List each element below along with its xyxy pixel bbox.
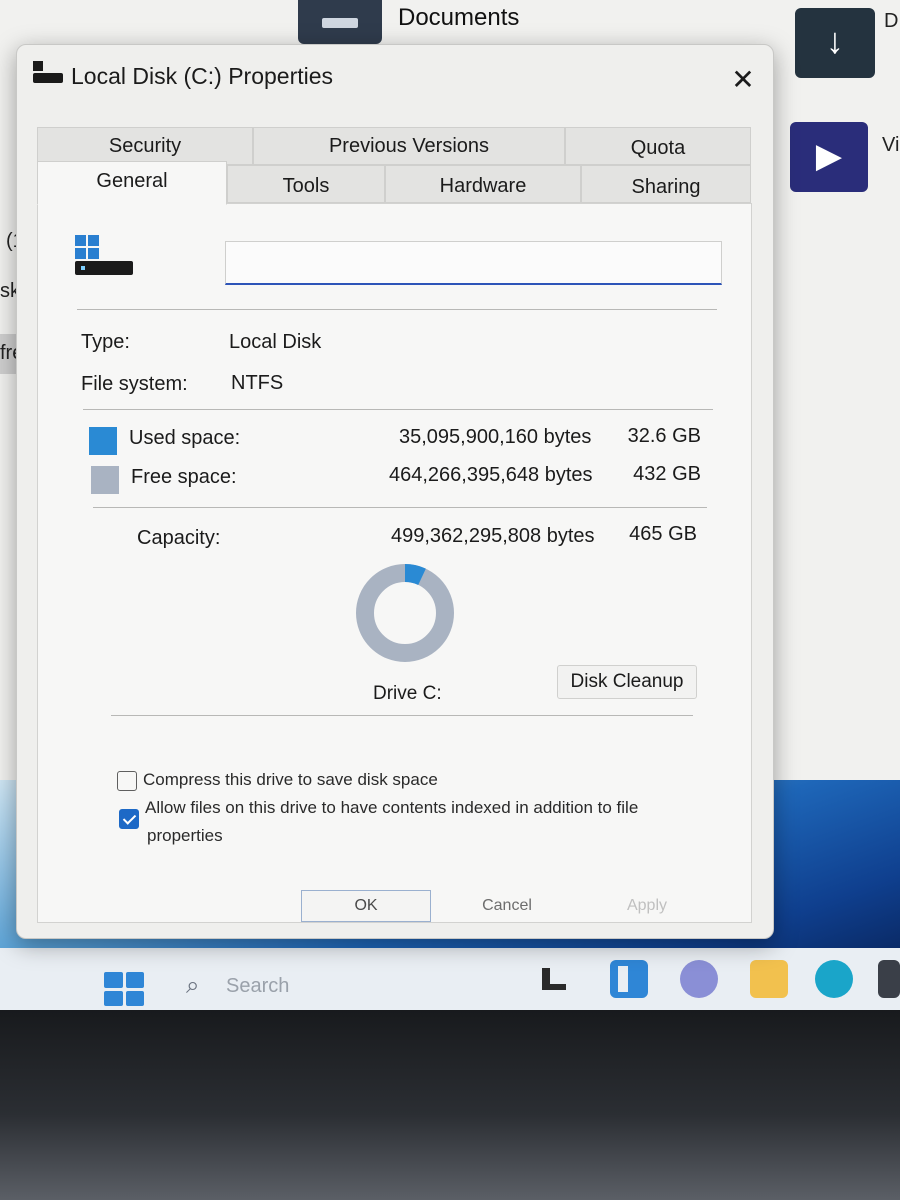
start-tile xyxy=(125,972,144,988)
laptop-bezel xyxy=(0,1010,900,1200)
free-space-swatch xyxy=(91,466,119,494)
documents-folder-icon[interactable] xyxy=(298,0,382,44)
edge-browser-icon[interactable] xyxy=(815,960,853,998)
hard-drive-icon xyxy=(75,261,133,275)
start-tile xyxy=(104,972,123,988)
divider xyxy=(111,715,693,716)
videos-folder-icon[interactable]: ▶ xyxy=(790,122,868,192)
videos-folder-label[interactable]: Vi xyxy=(882,134,899,157)
close-button[interactable]: ✕ xyxy=(725,65,761,95)
free-space-ring xyxy=(356,564,454,662)
drive-icon xyxy=(75,235,135,279)
properties-dialog: Local Disk (C:) Properties ✕ Security Pr… xyxy=(16,44,774,939)
compress-drive-checkbox[interactable] xyxy=(117,771,137,791)
index-contents-label-cont[interactable]: properties xyxy=(147,825,223,847)
drive-title-icon xyxy=(33,61,63,85)
tab-previous-versions[interactable]: Previous Versions xyxy=(253,127,565,165)
drive-name-input[interactable] xyxy=(225,241,722,285)
capacity-bytes: 499,362,295,808 bytes xyxy=(391,525,595,547)
taskbar-search-box[interactable]: Search xyxy=(226,975,289,998)
disk-usage-donut-chart xyxy=(356,564,454,662)
type-value: Local Disk xyxy=(229,331,322,353)
tab-tools[interactable]: Tools xyxy=(227,165,385,203)
divider xyxy=(93,507,707,508)
capacity-gb: 465 GB xyxy=(629,523,697,545)
used-space-label: Used space: xyxy=(129,427,241,449)
downloads-folder-icon[interactable]: ↓ xyxy=(795,8,875,78)
ok-button[interactable]: OK xyxy=(301,890,431,922)
apply-button[interactable]: Apply xyxy=(607,890,687,922)
widgets-icon[interactable] xyxy=(610,960,648,998)
free-space-label: Free space: xyxy=(131,466,237,488)
divider xyxy=(77,309,717,310)
used-space-gb: 32.6 GB xyxy=(627,425,701,447)
used-space-bytes: 35,095,900,160 bytes xyxy=(399,426,592,448)
used-space-swatch xyxy=(89,427,117,455)
start-tile xyxy=(104,990,123,1006)
tab-quota[interactable]: Quota xyxy=(565,127,751,165)
divider xyxy=(83,409,713,410)
task-view-icon[interactable] xyxy=(538,960,576,998)
compress-drive-label[interactable]: Compress this drive to save disk space xyxy=(143,769,438,791)
tab-general[interactable]: General xyxy=(37,161,227,205)
index-contents-checkbox[interactable] xyxy=(119,809,139,829)
drive-letter-label: Drive C: xyxy=(373,683,442,704)
store-icon[interactable] xyxy=(878,960,900,998)
file-system-value: NTFS xyxy=(231,372,284,394)
tab-sharing[interactable]: Sharing xyxy=(581,165,751,203)
start-tile xyxy=(125,990,144,1006)
documents-folder-label[interactable]: Documents xyxy=(398,4,519,32)
chat-icon[interactable] xyxy=(680,960,718,998)
drive-slab-icon xyxy=(33,73,63,83)
windows-logo-icon xyxy=(33,61,43,71)
right-edge-top-text: D xyxy=(884,10,899,32)
download-arrow-icon: ↓ xyxy=(826,20,844,61)
file-system-label: File system: xyxy=(81,373,188,395)
dialog-title: Local Disk (C:) Properties xyxy=(71,63,334,89)
play-icon: ▶ xyxy=(815,137,843,175)
taskbar-search-icon[interactable]: ⌕ xyxy=(186,972,199,1000)
capacity-label: Capacity: xyxy=(137,527,221,549)
type-label: Type: xyxy=(81,331,130,353)
windows-logo-icon xyxy=(75,235,99,259)
cancel-button[interactable]: Cancel xyxy=(447,890,567,922)
start-button[interactable] xyxy=(104,972,144,1006)
free-space-gb: 432 GB xyxy=(633,463,701,485)
disk-cleanup-button[interactable]: Disk Cleanup xyxy=(557,665,697,699)
index-contents-label[interactable]: Allow files on this drive to have conten… xyxy=(145,797,638,819)
tab-hardware[interactable]: Hardware xyxy=(385,165,581,203)
free-space-bytes: 464,266,395,648 bytes xyxy=(389,464,593,486)
file-explorer-icon[interactable] xyxy=(750,960,788,998)
tab-security[interactable]: Security xyxy=(37,127,253,165)
